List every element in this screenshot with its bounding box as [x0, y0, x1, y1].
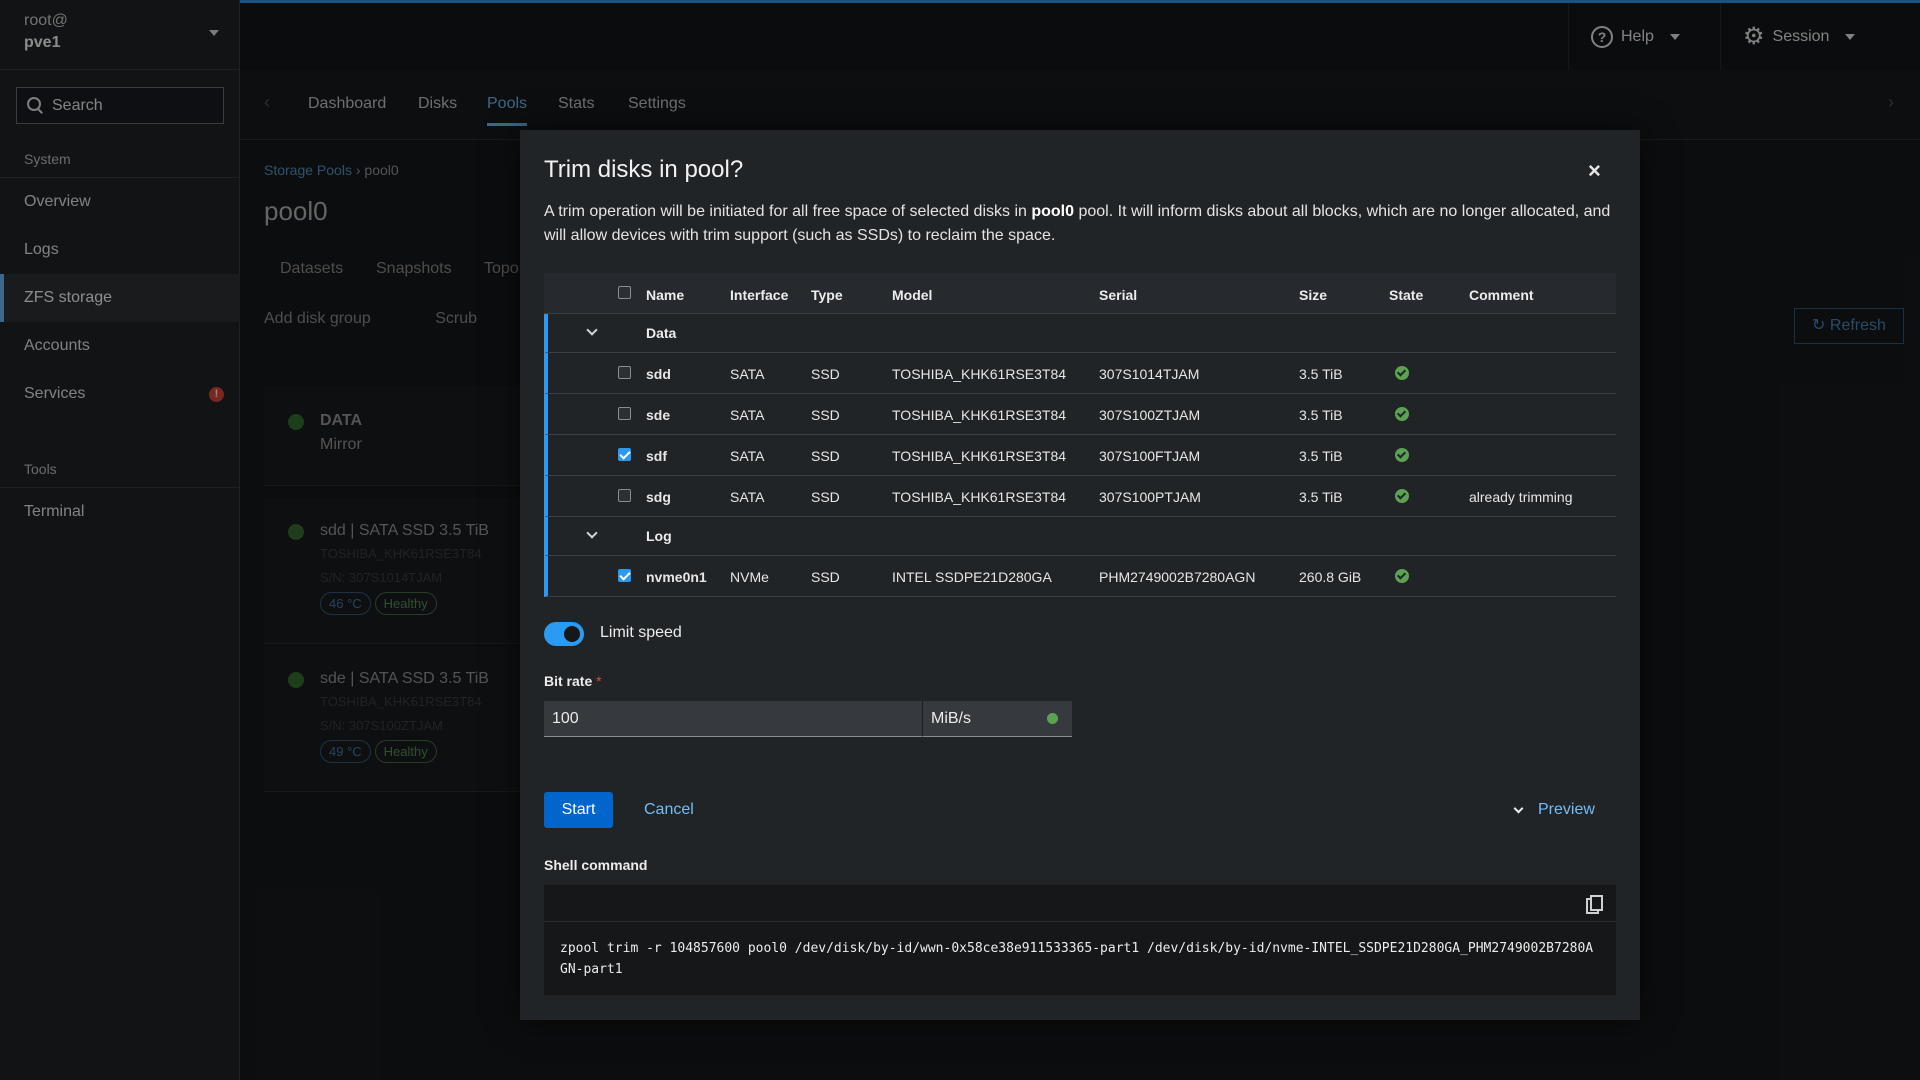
col-interface: Interface — [730, 287, 789, 303]
check-circle-icon — [1395, 569, 1409, 583]
desc-pool-name: pool0 — [1031, 203, 1075, 220]
bit-rate-label-text: Bit rate — [544, 673, 593, 689]
limit-speed-toggle[interactable] — [544, 622, 584, 646]
row-checkbox[interactable] — [618, 366, 631, 379]
disk-name: sdg — [646, 489, 671, 505]
preview-label: Preview — [1538, 801, 1595, 818]
disk-interface: NVMe — [730, 569, 769, 585]
bit-rate-input[interactable]: 100 — [544, 701, 922, 737]
check-circle-icon — [1395, 448, 1409, 462]
col-size: Size — [1299, 287, 1328, 303]
table-row: sdf SATA SSD TOSHIBA_KHK61RSE3T84 307S10… — [544, 435, 1616, 476]
row-checkbox[interactable] — [618, 569, 631, 582]
copy-icon[interactable] — [1586, 895, 1603, 914]
start-button[interactable]: Start — [544, 792, 613, 828]
disk-comment: already trimming — [1469, 489, 1573, 505]
disk-serial: PHM2749002B7280AGN — [1099, 569, 1256, 585]
check-circle-icon — [1047, 713, 1058, 724]
cancel-button[interactable]: Cancel — [644, 792, 694, 828]
disk-interface: SATA — [730, 366, 765, 382]
group-label: Data — [646, 325, 677, 341]
chevron-down-icon[interactable] — [586, 324, 598, 336]
shell-command-box: zpool trim -r 104857600 pool0 /dev/disk/… — [544, 885, 1616, 995]
group-label: Log — [646, 528, 672, 544]
group-row-data[interactable]: Data — [544, 314, 1616, 353]
dialog-title: Trim disks in pool? — [544, 156, 744, 183]
disk-name: sdf — [646, 448, 667, 464]
disk-model: TOSHIBA_KHK61RSE3T84 — [892, 366, 1067, 382]
required-marker: * — [596, 673, 602, 689]
limit-speed-label: Limit speed — [600, 624, 682, 641]
disk-size: 3.5 TiB — [1299, 366, 1343, 382]
row-checkbox[interactable] — [618, 407, 631, 420]
col-type: Type — [811, 287, 843, 303]
disk-serial: 307S100ZTJAM — [1099, 407, 1201, 423]
disk-size: 3.5 TiB — [1299, 448, 1343, 464]
disk-name: nvme0n1 — [646, 569, 707, 585]
check-circle-icon — [1395, 489, 1409, 503]
disk-interface: SATA — [730, 407, 765, 423]
disk-name: sde — [646, 407, 671, 423]
disk-model: TOSHIBA_KHK61RSE3T84 — [892, 489, 1067, 505]
table-row: nvme0n1 NVMe SSD INTEL SSDPE21D280GA PHM… — [544, 556, 1616, 597]
col-name: Name — [646, 287, 685, 303]
bit-rate-unit-select[interactable]: MiB/s — [922, 701, 1072, 737]
col-comment: Comment — [1469, 287, 1534, 303]
table-row: sdg SATA SSD TOSHIBA_KHK61RSE3T84 307S10… — [544, 476, 1616, 517]
disk-type: SSD — [811, 489, 840, 505]
shell-command-toolbar — [544, 885, 1616, 922]
disk-model: INTEL SSDPE21D280GA — [892, 569, 1052, 585]
dialog-description: A trim operation will be initiated for a… — [544, 200, 1616, 248]
disk-model: TOSHIBA_KHK61RSE3T84 — [892, 448, 1067, 464]
table-header: Name Interface Type Model Serial Size St… — [544, 273, 1616, 314]
col-state: State — [1389, 287, 1424, 303]
group-row-log[interactable]: Log — [544, 517, 1616, 556]
disk-size: 260.8 GiB — [1299, 569, 1362, 585]
disk-table: Name Interface Type Model Serial Size St… — [544, 273, 1616, 597]
chevron-down-icon[interactable] — [586, 527, 598, 539]
disk-size: 3.5 TiB — [1299, 407, 1343, 423]
disk-type: SSD — [811, 407, 840, 423]
disk-serial: 307S100FTJAM — [1099, 448, 1201, 464]
bit-rate-unit: MiB/s — [931, 710, 971, 727]
disk-type: SSD — [811, 366, 840, 382]
desc-text-before: A trim operation will be initiated for a… — [544, 203, 1032, 220]
shell-command-text: zpool trim -r 104857600 pool0 /dev/disk/… — [560, 941, 1594, 977]
chevron-down-icon — [1513, 803, 1524, 813]
preview-toggle[interactable]: Preview — [1513, 792, 1595, 828]
disk-interface: SATA — [730, 448, 765, 464]
bit-rate-label: Bit rate * — [544, 673, 602, 689]
trim-dialog: Trim disks in pool? × A trim operation w… — [520, 130, 1640, 1020]
disk-size: 3.5 TiB — [1299, 489, 1343, 505]
disk-interface: SATA — [730, 489, 765, 505]
disk-type: SSD — [811, 448, 840, 464]
col-serial: Serial — [1099, 287, 1138, 303]
close-icon[interactable]: × — [1588, 158, 1601, 184]
col-model: Model — [892, 287, 933, 303]
check-circle-icon — [1395, 407, 1409, 421]
check-circle-icon — [1395, 366, 1409, 380]
disk-model: TOSHIBA_KHK61RSE3T84 — [892, 407, 1067, 423]
table-row: sdd SATA SSD TOSHIBA_KHK61RSE3T84 307S10… — [544, 353, 1616, 394]
shell-command-label: Shell command — [544, 857, 648, 873]
disk-name: sdd — [646, 366, 671, 382]
disk-type: SSD — [811, 569, 840, 585]
row-checkbox[interactable] — [618, 448, 631, 461]
disk-serial: 307S1014TJAM — [1099, 366, 1200, 382]
select-all-checkbox[interactable] — [618, 286, 631, 299]
row-checkbox[interactable] — [618, 489, 631, 502]
disk-serial: 307S100PTJAM — [1099, 489, 1201, 505]
table-row: sde SATA SSD TOSHIBA_KHK61RSE3T84 307S10… — [544, 394, 1616, 435]
